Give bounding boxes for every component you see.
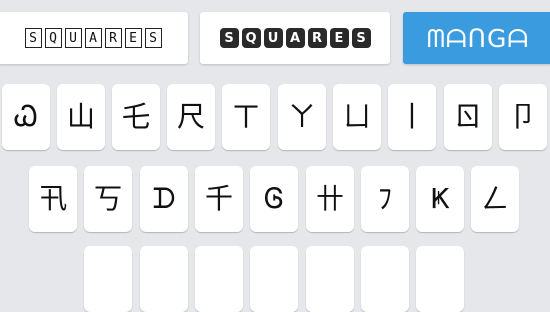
style-button-squares-filled[interactable]: S Q U A R E S	[200, 12, 390, 64]
filled-letter: U	[263, 28, 283, 48]
key-d[interactable]: ᗪ	[140, 166, 188, 232]
key-label: ㄖ	[453, 100, 482, 133]
key-m[interactable]	[416, 246, 464, 312]
key-label: 卄	[315, 182, 344, 215]
key-label: 卩	[508, 100, 537, 133]
style-button-manga-selected[interactable]: ᗰᗩᑎGᗩ	[403, 12, 550, 64]
key-label: 千	[204, 182, 233, 215]
key-label: ㄒ	[231, 100, 260, 133]
outline-letter: U	[64, 28, 82, 48]
key-r[interactable]: 尺	[167, 84, 215, 150]
key-c[interactable]	[195, 246, 243, 312]
filled-letter: S	[219, 28, 239, 48]
filled-letter: R	[307, 28, 327, 48]
key-label: ﾌ	[377, 182, 392, 215]
filled-letter: A	[285, 28, 305, 48]
outline-letter: Q	[44, 28, 62, 48]
filled-letter: S	[351, 28, 371, 48]
key-o[interactable]: ㄖ	[444, 84, 492, 150]
key-f[interactable]: 千	[195, 166, 243, 232]
key-p[interactable]: 卩	[499, 84, 547, 150]
key-z[interactable]	[84, 246, 132, 312]
key-label: 卂	[38, 182, 67, 215]
key-label: Ꮆ	[264, 182, 284, 215]
key-label: 丨	[397, 100, 426, 133]
squares-outline-preview: S Q U A R E S	[24, 28, 162, 48]
squares-filled-preview: S Q U A R E S	[219, 28, 371, 48]
outline-letter: S	[24, 28, 42, 48]
key-g[interactable]: Ꮆ	[250, 166, 298, 232]
key-t[interactable]: ㄒ	[222, 84, 270, 150]
style-button-squares-outline[interactable]: S Q U A R E S	[0, 12, 188, 64]
outline-letter: R	[104, 28, 122, 48]
key-k[interactable]: Ҝ	[416, 166, 464, 232]
key-s[interactable]: 丂	[84, 166, 132, 232]
outline-letter: S	[144, 28, 162, 48]
key-label: ㄥ	[480, 182, 509, 215]
key-v[interactable]	[250, 246, 298, 312]
key-l[interactable]: ㄥ	[471, 166, 519, 232]
key-y[interactable]: ㄚ	[278, 84, 326, 150]
key-label: 山	[66, 100, 95, 133]
key-j[interactable]: ﾌ	[361, 166, 409, 232]
filled-letter: Q	[241, 28, 261, 48]
key-label: Ҝ	[430, 182, 450, 215]
key-n[interactable]	[361, 246, 409, 312]
key-x[interactable]	[140, 246, 188, 312]
filled-letter: E	[329, 28, 349, 48]
key-b[interactable]	[306, 246, 354, 312]
manga-style-label: ᗰᗩᑎGᗩ	[426, 23, 530, 53]
key-q[interactable]: Ꮗ	[2, 84, 50, 150]
font-style-bar: S Q U A R E S S Q U A R E S ᗰᗩᑎGᗩ	[0, 0, 550, 76]
key-label: Ꮗ	[14, 100, 38, 133]
key-label: ᗪ	[152, 182, 176, 215]
key-w[interactable]: 山	[57, 84, 105, 150]
key-label: ㄚ	[287, 100, 316, 133]
key-a[interactable]: 卂	[29, 166, 77, 232]
outline-letter: E	[124, 28, 142, 48]
key-i[interactable]: 丨	[388, 84, 436, 150]
key-label: 尺	[176, 100, 205, 133]
key-label: 乇	[121, 100, 150, 133]
outline-letter: A	[84, 28, 102, 48]
key-e[interactable]: 乇	[112, 84, 160, 150]
key-u[interactable]: ㄩ	[333, 84, 381, 150]
key-h[interactable]: 卄	[306, 166, 354, 232]
key-label: 丂	[93, 182, 122, 215]
key-label: ㄩ	[342, 100, 371, 133]
